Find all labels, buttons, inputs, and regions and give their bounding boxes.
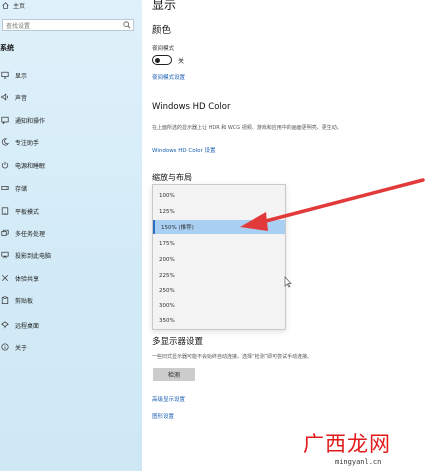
sidebar-item-storage[interactable]: 存储 (1, 182, 139, 194)
sidebar-item-display[interactable]: 显示 (1, 69, 139, 81)
multi-display-heading: 多显示器设置 (152, 337, 204, 347)
scale-option-100[interactable]: 100% (153, 189, 285, 203)
speaker-icon (1, 93, 8, 101)
hdr-settings-link[interactable]: Windows HD Color 设置 (152, 146, 216, 154)
sidebar-item-sound[interactable]: 声音 (1, 91, 139, 103)
sidebar-item-tablet-mode[interactable]: 平板模式 (1, 205, 139, 217)
advanced-display-settings-link[interactable]: 高级显示设置 (152, 395, 185, 403)
sidebar-item-label: 多任务处理 (15, 230, 46, 238)
scale-option-225[interactable]: 225% (153, 269, 285, 283)
search-placeholder: 查找设置 (6, 22, 31, 30)
sidebar-item-label: 专注助手 (15, 139, 40, 147)
sidebar-item-label: 通知和操作 (15, 117, 46, 125)
toggle-knob (155, 57, 160, 63)
page-title: 显示 (152, 0, 177, 12)
sidebar-item-projecting[interactable]: 投影到此电脑 (1, 249, 139, 261)
night-light-row: 关 (152, 55, 184, 65)
monitor-icon (1, 71, 9, 79)
color-heading: 颜色 (152, 25, 172, 36)
sidebar-item-label: 声音 (15, 94, 28, 102)
scale-option-350[interactable]: 350% (153, 314, 285, 328)
night-light-settings-link[interactable]: 夜间模式设置 (152, 73, 185, 81)
detect-button[interactable]: 检测 (153, 368, 195, 381)
scale-option-150-selected[interactable]: 150% (推荐) (153, 220, 285, 234)
home-icon (2, 1, 9, 9)
remote-icon (1, 321, 9, 329)
tablet-icon (1, 207, 9, 215)
sidebar-item-label: 存储 (15, 185, 28, 193)
sidebar-item-clipboard[interactable]: 剪贴板 (1, 294, 139, 306)
scale-option-125[interactable]: 125% (153, 205, 285, 219)
sidebar-item-label: 电源和睡眠 (15, 162, 46, 170)
settings-sidebar: 主页 查找设置 系统 显示 声音 通知和操作 专注助手 电源和睡眠 存储 平板模… (0, 0, 142, 471)
night-light-state: 关 (178, 57, 185, 65)
settings-search-input[interactable]: 查找设置 (2, 19, 134, 31)
scale-dropdown-list[interactable]: 100% 125% 150% (推荐) 175% 200% 225% 250% … (152, 184, 286, 330)
info-icon (1, 343, 9, 351)
sidebar-item-remote-desktop[interactable]: 远程桌面 (1, 319, 139, 331)
multitask-icon (1, 229, 9, 236)
sidebar-item-focus-assist[interactable]: 专注助手 (1, 136, 139, 148)
clipboard-icon (1, 296, 9, 304)
night-light-label: 夜间模式 (152, 46, 175, 52)
hdr-heading: Windows HD Color (152, 102, 231, 112)
sidebar-item-label: 平板模式 (15, 208, 40, 216)
mouse-cursor-icon (284, 276, 292, 288)
scale-layout-heading: 缩放与布局 (152, 173, 192, 182)
home-label: 主页 (13, 2, 26, 10)
power-icon (1, 161, 9, 169)
scale-option-250[interactable]: 250% (153, 284, 285, 298)
scale-option-300[interactable]: 300% (153, 299, 285, 313)
home-link[interactable]: 主页 (2, 0, 25, 10)
scale-option-175[interactable]: 175% (153, 237, 285, 251)
storage-icon (1, 186, 9, 190)
moon-icon (1, 138, 9, 146)
scale-option-200[interactable]: 200% (153, 253, 285, 267)
sidebar-item-multitasking[interactable]: 多任务处理 (1, 227, 139, 239)
multi-display-description: 一些旧式显示器可能不会始终自动连接。选择“检测”即可尝试手动连接。 (152, 354, 313, 360)
sidebar-item-label: 远程桌面 (15, 322, 40, 330)
share-icon (1, 274, 9, 282)
sidebar-item-label: 关于 (15, 344, 28, 352)
sidebar-item-label: 剪贴板 (15, 297, 34, 305)
sidebar-item-about[interactable]: 关于 (1, 341, 139, 353)
sidebar-item-shared-experiences[interactable]: 体验共享 (1, 272, 139, 284)
hdr-description: 在上面所选的显示器上让 HDR 和 WCG 视频、游戏和应用中的画面更明亮、更生… (152, 125, 342, 131)
sidebar-item-notifications[interactable]: 通知和操作 (1, 114, 139, 126)
projector-icon (1, 251, 9, 259)
sidebar-item-label: 显示 (15, 72, 28, 80)
sidebar-item-label: 投影到此电脑 (15, 252, 52, 260)
watermark-url: mingyanl.cn (335, 458, 382, 466)
graphics-settings-link[interactable]: 图形设置 (152, 412, 174, 420)
watermark-logo: 广西龙网 (303, 432, 391, 456)
sidebar-item-label: 体验共享 (15, 275, 40, 283)
notification-icon (1, 116, 9, 124)
sidebar-item-power-sleep[interactable]: 电源和睡眠 (1, 159, 139, 171)
night-light-toggle[interactable] (152, 55, 172, 65)
sidebar-section-title: 系统 (0, 44, 14, 52)
search-icon (123, 21, 131, 29)
